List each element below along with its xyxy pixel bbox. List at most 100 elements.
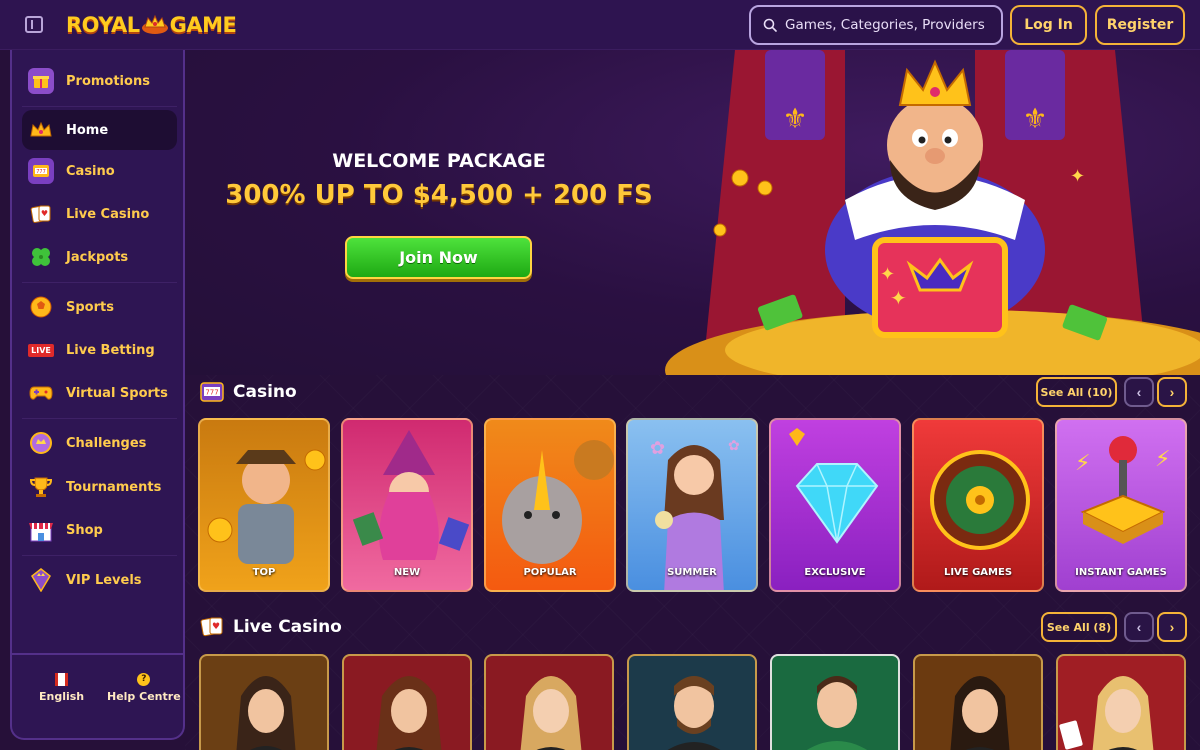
sidebar-toggle-icon[interactable]: [25, 16, 43, 33]
shop-icon: [28, 517, 54, 543]
sidebar-item-label: Shop: [66, 522, 103, 538]
live-dealer-card[interactable]: [913, 654, 1043, 750]
login-button[interactable]: Log In: [1010, 5, 1087, 45]
dealer-portrait: [1059, 676, 1154, 750]
royal-game-logo[interactable]: ROYAL GAME: [66, 10, 237, 40]
live-casino-next-arrow[interactable]: ›: [1157, 612, 1187, 642]
live-badge: LIVE: [28, 343, 54, 357]
sidebar-divider: [22, 555, 177, 556]
top-header: ROYAL GAME Games, Categories, Providers …: [0, 0, 1200, 50]
live-dealer-card[interactable]: [199, 654, 329, 750]
svg-text:⚡: ⚡: [1155, 447, 1170, 472]
casino-category-card-new[interactable]: NEW: [341, 418, 473, 592]
live-dealer-card[interactable]: [627, 654, 757, 750]
svg-text:777: 777: [205, 389, 218, 397]
live-dealer-card[interactable]: [770, 654, 900, 750]
card-label: POPULAR: [523, 567, 577, 578]
casino-category-card-live-games[interactable]: LIVE GAMES: [912, 418, 1044, 592]
svg-text:✿: ✿: [728, 438, 740, 454]
casino-category-card-top[interactable]: TOP: [198, 418, 330, 592]
sidebar-item-label: Challenges: [66, 435, 147, 451]
sidebar-item-label: Sports: [66, 299, 114, 315]
sidebar-item-live-betting[interactable]: LIVE Live Betting: [22, 330, 177, 370]
crown-icon: [28, 117, 54, 143]
medal-icon: [28, 430, 54, 456]
sidebar-item-promotions[interactable]: Promotions: [22, 61, 177, 101]
svg-text:✦: ✦: [1070, 166, 1085, 187]
svg-text:⚡: ⚡: [1075, 451, 1090, 476]
slot-machine-icon: 777: [200, 382, 224, 402]
card-label: EXCLUSIVE: [804, 567, 866, 578]
card-label: NEW: [393, 567, 421, 578]
search-input[interactable]: Games, Categories, Providers: [749, 5, 1003, 45]
sidebar-item-vip-levels[interactable]: VIP Levels: [22, 560, 177, 600]
sidebar-item-label: Tournaments: [66, 479, 162, 495]
sidebar-item-virtual-sports[interactable]: Virtual Sports: [22, 373, 177, 413]
live-dealer-card[interactable]: [484, 654, 614, 750]
sidebar-item-challenges[interactable]: Challenges: [22, 423, 177, 463]
casino-category-card-exclusive[interactable]: EXCLUSIVE: [769, 418, 901, 592]
casino-category-card-popular[interactable]: POPULAR: [484, 418, 616, 592]
casino-see-all-button[interactable]: See All (10): [1036, 377, 1117, 407]
live-dealer-card[interactable]: [342, 654, 472, 750]
casino-next-arrow[interactable]: ›: [1157, 377, 1187, 407]
card-label: TOP: [252, 567, 276, 578]
sidebar-item-label: Casino: [66, 163, 115, 179]
sidebar-item-home[interactable]: Home: [22, 110, 177, 150]
join-now-button[interactable]: Join Now: [345, 236, 532, 279]
playing-cards-icon: ♥: [28, 201, 54, 227]
ball-icon: [28, 294, 54, 320]
sidebar-item-label: Live Betting: [66, 342, 155, 358]
gamepad-icon: [28, 380, 54, 406]
sidebar-item-jackpots[interactable]: Jackpots: [22, 237, 177, 277]
svg-text:✦: ✦: [880, 264, 895, 285]
svg-text:⚜: ⚜: [782, 102, 807, 135]
clover-icon: [28, 244, 54, 270]
help-centre-link[interactable]: ? Help Centre: [107, 673, 181, 703]
dealer-portrait: [806, 676, 868, 750]
language-selector[interactable]: English: [39, 673, 84, 703]
live-casino-see-all-button[interactable]: See All (8): [1041, 612, 1117, 642]
language-label: English: [39, 690, 85, 703]
trophy-icon: [28, 474, 54, 500]
search-placeholder: Games, Categories, Providers: [785, 17, 985, 33]
live-casino-prev-arrow[interactable]: ‹: [1124, 612, 1154, 642]
card-label: LIVE GAMES: [943, 567, 1013, 578]
sidebar-divider: [22, 106, 177, 107]
dealer-portrait: [236, 676, 296, 750]
sidebar-item-live-casino[interactable]: ♥ Live Casino: [22, 194, 177, 234]
svg-text:✦: ✦: [890, 286, 907, 310]
canada-flag-icon: [55, 673, 69, 686]
dealer-portrait: [520, 676, 582, 750]
sidebar-item-casino[interactable]: 777 Casino: [22, 151, 177, 191]
sidebar-footer: English ? Help Centre: [12, 653, 183, 738]
help-label: Help Centre: [107, 690, 181, 703]
svg-text:♥: ♥: [212, 622, 220, 632]
svg-text:⚜: ⚜: [1022, 102, 1047, 135]
sidebar-item-sports[interactable]: Sports: [22, 287, 177, 327]
svg-text:777: 777: [36, 169, 46, 175]
logo-text-left: ROYAL: [66, 13, 140, 37]
sidebar-divider: [22, 418, 177, 419]
casino-category-card-summer[interactable]: ✿ ✿ SUMMER: [626, 418, 758, 592]
sidebar-item-tournaments[interactable]: Tournaments: [22, 467, 177, 507]
dealer-portrait: [376, 676, 442, 750]
king-treasure-illustration: ⚜ ⚜ ✦ ✦ ✦: [665, 50, 1200, 375]
live-dealer-card[interactable]: [1056, 654, 1186, 750]
casino-prev-arrow[interactable]: ‹: [1124, 377, 1154, 407]
svg-text:✿: ✿: [650, 438, 665, 459]
sidebar-item-label: Live Casino: [66, 206, 150, 222]
sidebar-item-shop[interactable]: Shop: [22, 510, 177, 550]
sidebar-item-label: Home: [66, 122, 109, 138]
card-label: SUMMER: [667, 567, 717, 578]
casino-section-title: Casino: [233, 382, 297, 402]
live-badge-icon: LIVE: [28, 337, 54, 363]
register-button[interactable]: Register: [1095, 5, 1185, 45]
hero-banner: WELCOME PACKAGE 300% UP TO $4,500 + 200 …: [185, 50, 1200, 375]
hero-title: 300% UP TO $4,500 + 200 FS: [225, 180, 653, 210]
sidebar: Promotions Home 777 Casino ♥ Live Casino…: [10, 50, 185, 740]
svg-text:♥: ♥: [41, 209, 48, 218]
sidebar-item-label: VIP Levels: [66, 572, 142, 588]
casino-category-card-instant-games[interactable]: ⚡ ⚡ INSTANT GAMES: [1055, 418, 1187, 592]
vip-gem-icon: [28, 567, 54, 593]
